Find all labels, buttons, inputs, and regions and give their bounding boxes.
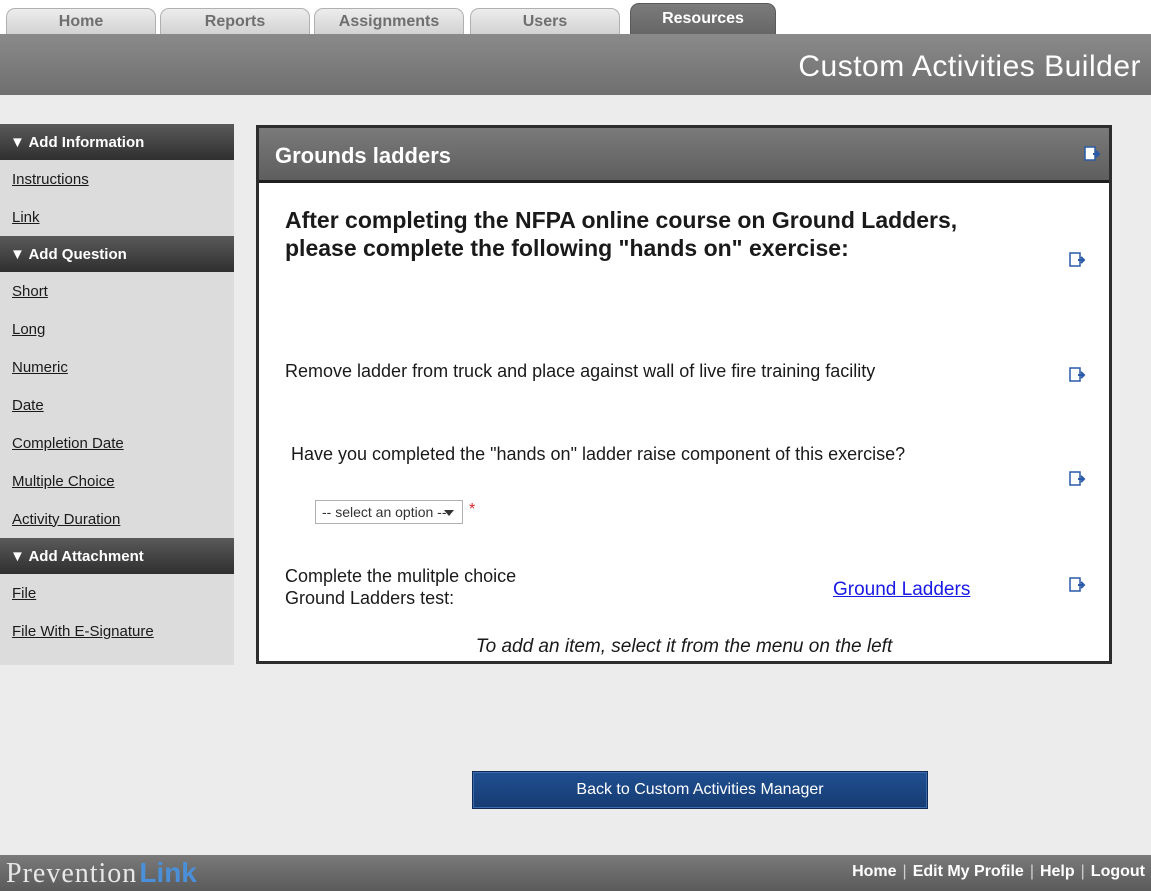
prevention-link-logo: Prevention Link (6, 857, 197, 890)
select-value: -- select an option -- (322, 504, 447, 520)
sidebar-item-short[interactable]: Short (0, 272, 234, 310)
question-text: Have you completed the "hands on" ladder… (291, 444, 906, 464)
footer-link-help[interactable]: Help (1040, 863, 1075, 880)
answer-select[interactable]: -- select an option -- (315, 500, 463, 524)
logo-text-prevention: Prevention (6, 858, 138, 889)
footer-link-logout[interactable]: Logout (1091, 863, 1145, 880)
activity-panel: Grounds ladders After completing the NFP… (256, 125, 1112, 664)
edit-heading-icon[interactable] (1068, 251, 1086, 269)
sidebar-item-file-with-e-signature[interactable]: File With E-Signature (0, 612, 234, 650)
tab-bar: Home Reports Assignments Users Resources (0, 0, 1151, 34)
instruction-text: Remove ladder from truck and place again… (285, 361, 876, 381)
sidebar-item-multiple-choice[interactable]: Multiple Choice (0, 462, 234, 500)
sidebar-item-numeric[interactable]: Numeric (0, 348, 234, 386)
back-to-manager-button[interactable]: Back to Custom Activities Manager (472, 771, 928, 809)
footer-links: Home | Edit My Profile | Help | Logout (852, 863, 1145, 880)
edit-icon[interactable] (1083, 145, 1101, 163)
tab-users[interactable]: Users (470, 8, 620, 34)
sidebar: ▼ Add Information Instructions Link ▼ Ad… (0, 124, 234, 665)
footer: Prevention Link Home | Edit My Profile | Hel… (0, 855, 1151, 891)
sidebar-item-long[interactable]: Long (0, 310, 234, 348)
tab-resources[interactable]: Resources (630, 3, 776, 34)
panel-header: Grounds ladders (259, 128, 1109, 183)
footer-link-edit-my-profile[interactable]: Edit My Profile (913, 863, 1024, 880)
link-label: Complete the mulitple choice Ground Ladd… (285, 566, 517, 608)
edit-question-icon[interactable] (1068, 470, 1086, 488)
logo-text-link: Link (139, 857, 197, 888)
header-band: Custom Activities Builder (0, 34, 1151, 95)
activity-heading: After completing the NFPA online course … (285, 207, 958, 261)
add-item-hint: To add an item, select it from the menu … (475, 636, 893, 657)
sidebar-item-activity-duration[interactable]: Activity Duration (0, 500, 234, 538)
section-add-question[interactable]: ▼ Add Question (0, 236, 234, 272)
required-marker: * (469, 501, 476, 518)
sidebar-item-instructions[interactable]: Instructions (0, 160, 234, 198)
section-add-attachment[interactable]: ▼ Add Attachment (0, 538, 234, 574)
section-add-information[interactable]: ▼ Add Information (0, 124, 234, 160)
tab-assignments[interactable]: Assignments (314, 8, 464, 34)
ground-ladders-link[interactable]: Ground Ladders (833, 579, 970, 601)
tab-reports[interactable]: Reports (160, 8, 310, 34)
page-title: Custom Activities Builder (798, 50, 1141, 83)
sidebar-item-completion-date[interactable]: Completion Date (0, 424, 234, 462)
tab-home[interactable]: Home (6, 8, 156, 34)
sidebar-item-link[interactable]: Link (0, 198, 234, 236)
chevron-down-icon (444, 510, 454, 516)
footer-link-home[interactable]: Home (852, 863, 896, 880)
sidebar-item-date[interactable]: Date (0, 386, 234, 424)
panel-title: Grounds ladders (275, 143, 452, 168)
edit-link-icon[interactable] (1068, 576, 1086, 594)
sidebar-item-file[interactable]: File (0, 574, 234, 612)
edit-instruction-icon[interactable] (1068, 366, 1086, 384)
